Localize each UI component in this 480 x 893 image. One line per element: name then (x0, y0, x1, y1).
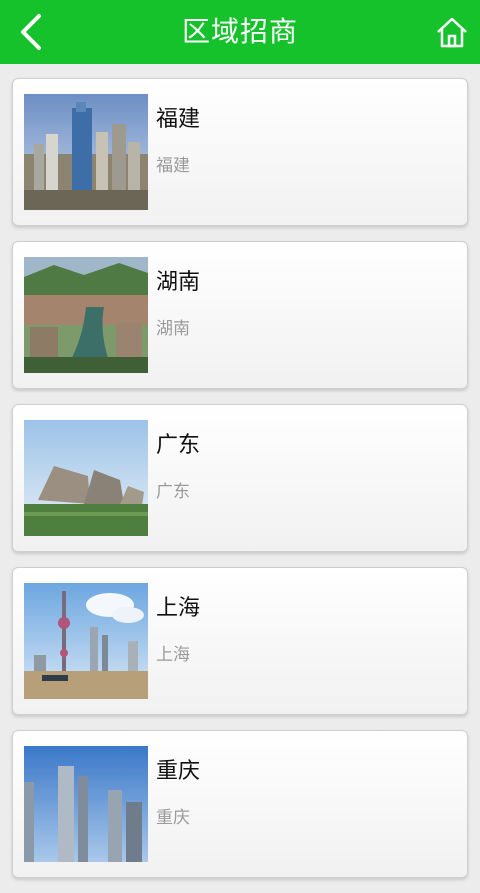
region-card-guangdong[interactable]: 广东 广东 (12, 404, 468, 552)
home-button[interactable] (430, 10, 474, 54)
app-header: 区域招商 (0, 0, 480, 64)
region-card-shanghai[interactable]: 上海 上海 (12, 567, 468, 715)
home-icon (437, 17, 467, 48)
page-title: 区域招商 (181, 15, 298, 48)
region-subtitle: 重庆 (156, 808, 190, 828)
region-title: 广东 (156, 433, 201, 458)
region-card-chongqing[interactable]: 重庆 重庆 (12, 730, 468, 878)
region-image-hunan (24, 257, 148, 373)
region-title: 湖南 (156, 270, 201, 295)
region-title: 重庆 (156, 759, 201, 784)
region-list: 福建 福建 湖南 湖南 广东 广东 上海 上海 重庆 重庆 (12, 78, 468, 893)
region-title: 上海 (156, 596, 201, 621)
region-subtitle: 福建 (156, 156, 190, 176)
region-card-hunan[interactable]: 湖南 湖南 (12, 241, 468, 389)
region-subtitle: 湖南 (156, 319, 190, 339)
region-image-guangdong (24, 420, 148, 536)
region-image-fujian (24, 94, 148, 210)
region-image-chongqing (24, 746, 148, 862)
region-subtitle: 广东 (156, 482, 190, 502)
region-card-fujian[interactable]: 福建 福建 (12, 78, 468, 226)
region-subtitle: 上海 (156, 645, 190, 665)
region-image-shanghai (24, 583, 148, 699)
region-title: 福建 (156, 107, 201, 132)
